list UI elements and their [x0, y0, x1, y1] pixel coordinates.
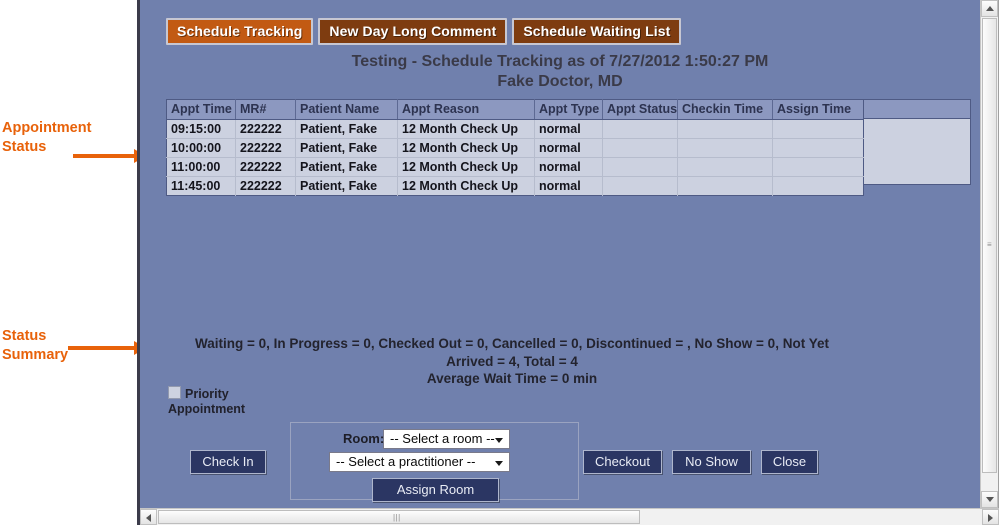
page-title: Testing - Schedule Tracking as of 7/27/2…	[140, 52, 980, 92]
cell-mr-number: 222222	[235, 157, 296, 177]
cell-checkin-time	[677, 157, 773, 177]
check-in-button[interactable]: Check In	[190, 450, 266, 474]
cell-appt-reason: 12 Month Check Up	[397, 176, 535, 196]
cell-assign-time	[772, 176, 864, 196]
table-row[interactable]: 10:00:00 222222 Patient, Fake 12 Month C…	[166, 138, 864, 158]
table-row[interactable]: 11:45:00 222222 Patient, Fake 12 Month C…	[166, 176, 864, 196]
no-show-button[interactable]: No Show	[672, 450, 751, 474]
column-header-patient-name[interactable]: Patient Name	[295, 99, 398, 120]
practitioner-select-value: -- Select a practitioner --	[336, 454, 476, 469]
chevron-down-icon	[495, 438, 503, 443]
cell-checkin-time	[677, 138, 773, 158]
cell-appt-status	[602, 157, 678, 177]
horizontal-scrollbar[interactable]: |||	[140, 508, 999, 525]
cell-appt-type: normal	[534, 176, 603, 196]
column-header-appt-type[interactable]: Appt Type	[534, 99, 603, 120]
cell-appt-reason: 12 Month Check Up	[397, 157, 535, 177]
close-button[interactable]: Close	[761, 450, 818, 474]
cell-mr-number: 222222	[235, 119, 296, 139]
scroll-right-arrow-icon[interactable]	[982, 509, 999, 525]
summary-line-2: Arrived = 4, Total = 4	[446, 353, 578, 369]
column-header-mr-number[interactable]: MR#	[235, 99, 296, 120]
cell-mr-number: 222222	[235, 176, 296, 196]
column-header-appt-time[interactable]: Appt Time	[166, 99, 236, 120]
summary-line-3: Average Wait Time = 0 min	[426, 371, 598, 386]
room-label: Room:	[343, 431, 385, 446]
cell-appt-time: 11:00:00	[166, 157, 236, 177]
tab-bar: Schedule Tracking New Day Long Comment S…	[166, 18, 682, 45]
cell-appt-time: 09:15:00	[166, 119, 236, 139]
cell-patient-name: Patient, Fake	[295, 176, 398, 196]
room-select[interactable]: -- Select a room --	[383, 429, 510, 449]
horizontal-scrollbar-thumb[interactable]: |||	[158, 510, 640, 524]
vertical-scrollbar[interactable]: ≡	[980, 0, 998, 508]
scroll-up-arrow-icon[interactable]	[981, 0, 998, 17]
cell-checkin-time	[677, 119, 773, 139]
cell-patient-name: Patient, Fake	[295, 157, 398, 177]
scrollbar-grip: |||	[393, 513, 401, 522]
chevron-down-icon	[495, 461, 503, 466]
page-title-line2: Fake Doctor, MD	[497, 73, 623, 90]
page-viewport: Schedule Tracking New Day Long Comment S…	[140, 0, 980, 508]
room-select-value: -- Select a room --	[390, 431, 495, 446]
cell-appt-status	[602, 138, 678, 158]
practitioner-select[interactable]: -- Select a practitioner --	[329, 452, 510, 472]
scroll-left-arrow-icon[interactable]	[140, 509, 157, 525]
vertical-scrollbar-thumb[interactable]: ≡	[982, 18, 997, 473]
cell-appt-reason: 12 Month Check Up	[397, 119, 535, 139]
cell-patient-name: Patient, Fake	[295, 138, 398, 158]
column-header-checkin-time[interactable]: Checkin Time	[677, 99, 773, 120]
cell-mr-number: 222222	[235, 138, 296, 158]
column-header-assign-time[interactable]: Assign Time	[772, 99, 864, 120]
cell-assign-time	[772, 119, 864, 139]
column-header-appt-reason[interactable]: Appt Reason	[397, 99, 535, 120]
checkout-button[interactable]: Checkout	[583, 450, 662, 474]
column-header-appt-status[interactable]: Appt Status	[602, 99, 678, 120]
annotation-arrow-appointment-status	[73, 148, 146, 164]
cell-appt-status	[602, 119, 678, 139]
scroll-down-arrow-icon[interactable]	[981, 491, 998, 508]
room-assignment-panel: Room: -- Select a room -- -- Select a pr…	[290, 422, 579, 502]
table-row[interactable]: 11:00:00 222222 Patient, Fake 12 Month C…	[166, 157, 864, 177]
summary-line-1: Waiting = 0, In Progress = 0, Checked Ou…	[195, 336, 829, 351]
cell-assign-time	[772, 157, 864, 177]
status-summary-text: Waiting = 0, In Progress = 0, Checked Ou…	[166, 335, 858, 388]
cell-patient-name: Patient, Fake	[295, 119, 398, 139]
annotation-arrow-status-summary	[68, 340, 146, 356]
table-header-row: Appt Time MR# Patient Name Appt Reason A…	[166, 99, 864, 120]
tab-new-day-long-comment[interactable]: New Day Long Comment	[318, 18, 508, 45]
assign-room-button[interactable]: Assign Room	[372, 478, 499, 502]
cell-checkin-time	[677, 176, 773, 196]
priority-appointment-checkbox[interactable]	[168, 386, 181, 399]
grid-right-gutter	[863, 99, 971, 185]
application-window: Schedule Tracking New Day Long Comment S…	[137, 0, 999, 525]
tab-schedule-waiting-list[interactable]: Schedule Waiting List	[512, 18, 682, 45]
tab-schedule-tracking[interactable]: Schedule Tracking	[166, 18, 314, 45]
cell-appt-type: normal	[534, 157, 603, 177]
page-title-line1: Testing - Schedule Tracking as of 7/27/2…	[351, 53, 769, 70]
cell-appt-status	[602, 176, 678, 196]
cell-appt-type: normal	[534, 119, 603, 139]
screenshot-root: Appointment Status Status Summary Schedu…	[0, 0, 1000, 525]
cell-assign-time	[772, 138, 864, 158]
appointment-table: Appt Time MR# Patient Name Appt Reason A…	[166, 99, 864, 196]
cell-appt-reason: 12 Month Check Up	[397, 138, 535, 158]
cell-appt-time: 10:00:00	[166, 138, 236, 158]
annotation-status-summary: Status Summary	[2, 328, 69, 363]
priority-appointment-field: Priority Appointment	[168, 386, 264, 417]
cell-appt-time: 11:45:00	[166, 176, 236, 196]
cell-appt-type: normal	[534, 138, 603, 158]
table-row[interactable]: 09:15:00 222222 Patient, Fake 12 Month C…	[166, 119, 864, 139]
